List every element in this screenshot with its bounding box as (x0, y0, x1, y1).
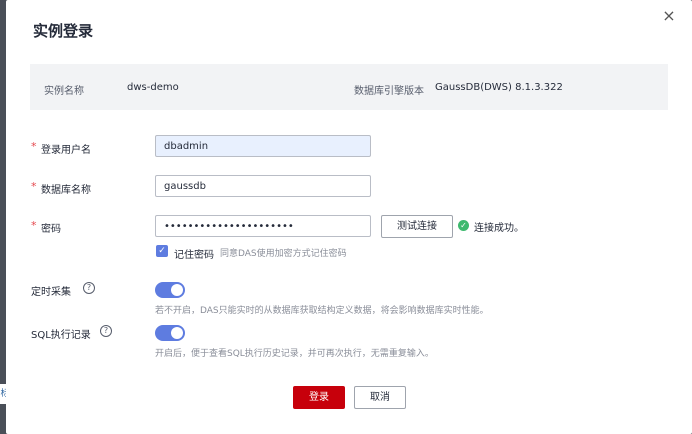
dialog-title: 实例登录 (33, 22, 94, 40)
required-mark: * (31, 180, 37, 193)
remember-password-checkbox[interactable]: ✓ (156, 245, 168, 257)
engine-version-value: GaussDB(DWS) 8.1.3.322 (435, 82, 563, 93)
required-mark: * (31, 140, 37, 153)
instance-name-label: 实例名称 (44, 86, 84, 97)
sql-log-toggle[interactable] (155, 325, 185, 341)
toggle-knob (171, 284, 183, 296)
login-button[interactable]: 登录 (293, 386, 345, 409)
password-input[interactable] (155, 215, 371, 237)
login-dialog: 实例登录 × 实例名称 dws-demo 数据库引擎版本 GaussDB(DWS… (6, 0, 692, 434)
test-connection-button[interactable]: 测试连接 (381, 215, 453, 238)
engine-version-label: 数据库引擎版本 (354, 86, 424, 97)
schedule-toggle[interactable] (155, 282, 185, 298)
sql-log-label: SQL执行记录 (31, 330, 91, 341)
schedule-label: 定时采集 (31, 287, 71, 298)
help-icon[interactable]: ? (83, 282, 95, 294)
remember-password-label: 记住密码 (174, 250, 214, 261)
instance-info-bar: 实例名称 dws-demo 数据库引擎版本 GaussDB(DWS) 8.1.3… (30, 64, 668, 110)
username-input[interactable] (155, 135, 371, 157)
password-label: 密码 (41, 224, 61, 235)
remember-password-hint: 同意DAS使用加密方式记住密码 (220, 249, 347, 259)
schedule-description: 若不开启，DAS只能实时的从数据库获取结构定义数据，将会影响数据库实时性能。 (155, 306, 489, 316)
check-circle-icon: ✓ (458, 220, 469, 231)
toggle-knob (171, 327, 183, 339)
dbname-label: 数据库名称 (41, 185, 91, 196)
cancel-button[interactable]: 取消 (354, 386, 406, 409)
connection-status: 连接成功。 (474, 223, 524, 234)
username-label: 登录用户名 (41, 145, 91, 156)
close-icon[interactable]: × (661, 8, 677, 24)
dbname-input[interactable] (155, 175, 371, 197)
help-icon[interactable]: ? (100, 325, 112, 337)
sql-log-description: 开启后，便于查看SQL执行历史记录，并可再次执行，无需重复输入。 (155, 349, 434, 359)
required-mark: * (31, 219, 37, 232)
instance-name-value: dws-demo (127, 82, 179, 93)
